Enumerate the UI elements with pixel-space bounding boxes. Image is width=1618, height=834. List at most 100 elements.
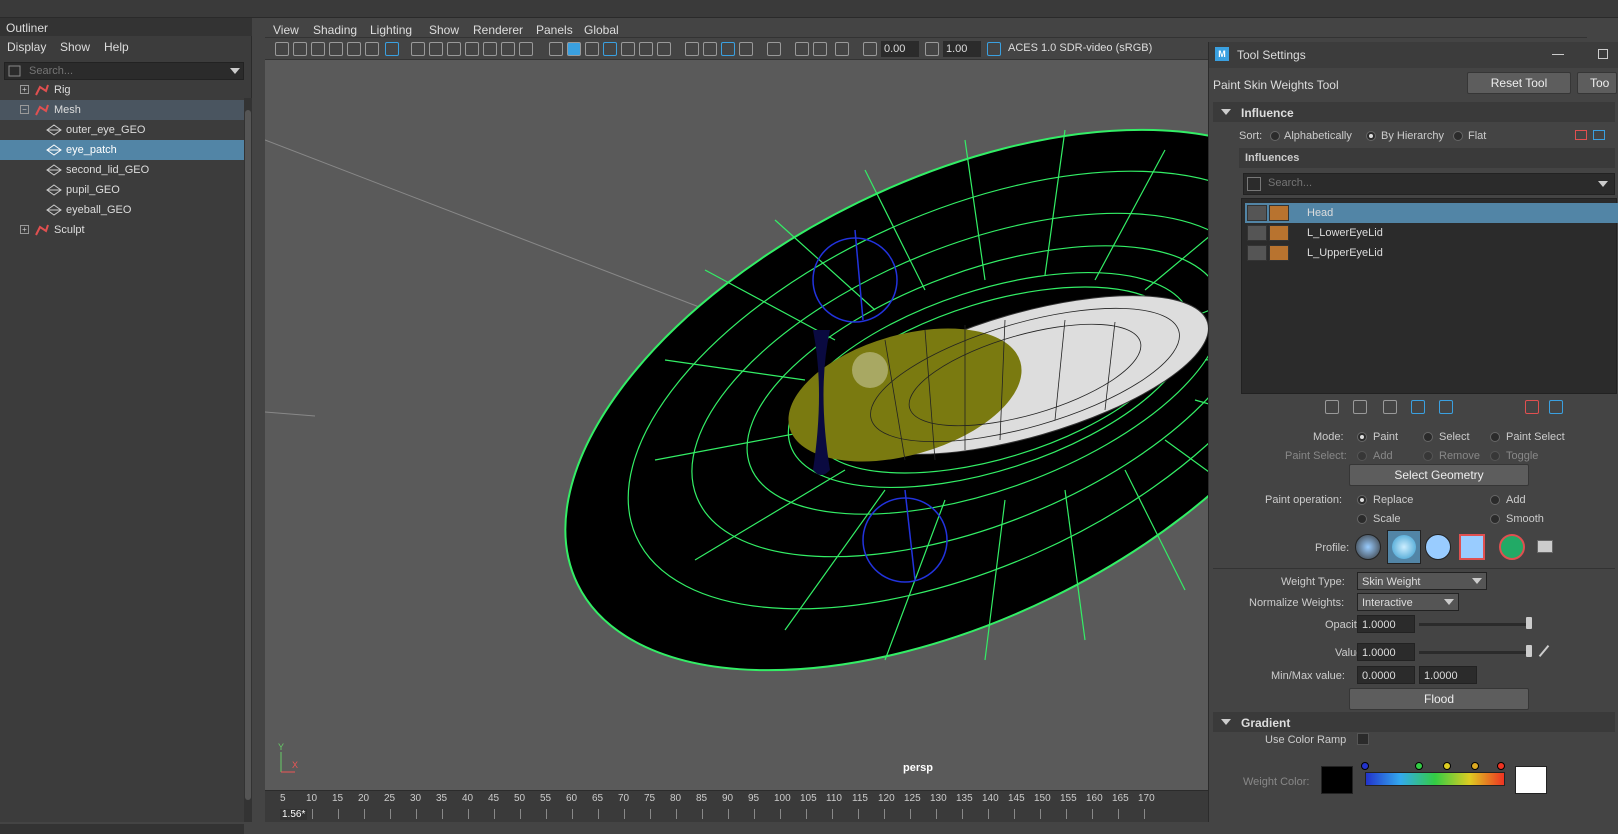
outliner-tab[interactable]: Outliner: [0, 18, 252, 36]
ramp-key-blue[interactable]: [1361, 762, 1369, 770]
opacity-field[interactable]: 1.0000: [1357, 615, 1415, 633]
isolate-select-icon[interactable]: [767, 42, 781, 56]
gamma-icon[interactable]: [925, 42, 939, 56]
outliner-item-rig[interactable]: + Rig: [0, 80, 244, 100]
weight-hammer-icon[interactable]: [1383, 400, 1397, 414]
viewport-menu-global[interactable]: Global: [584, 23, 619, 37]
value-field[interactable]: 1.0000: [1357, 643, 1415, 661]
outliner-item-sculpt[interactable]: + Sculpt: [0, 220, 244, 240]
outliner-menu-help[interactable]: Help: [104, 40, 129, 54]
paint-select-add-radio[interactable]: [1357, 451, 1367, 461]
weight-color-high-swatch[interactable]: [1515, 766, 1547, 794]
minimize-icon[interactable]: [1552, 54, 1564, 55]
value-slider[interactable]: [1419, 651, 1529, 654]
copy-weights-icon[interactable]: [1325, 400, 1339, 414]
profile-soft-icon[interactable]: [1387, 530, 1421, 564]
lights-icon[interactable]: [639, 42, 653, 56]
field-chart-icon[interactable]: [483, 42, 497, 56]
viewport-menu-shading[interactable]: Shading: [313, 23, 357, 37]
lock-icon[interactable]: [1247, 225, 1267, 241]
ramp-key-red[interactable]: [1497, 762, 1505, 770]
show-influences-icon[interactable]: [1439, 400, 1453, 414]
paint-select-remove-radio[interactable]: [1423, 451, 1433, 461]
influence-search-input[interactable]: [1268, 177, 1588, 189]
xray-icon[interactable]: [795, 42, 809, 56]
twod-pan-icon[interactable]: [347, 42, 361, 56]
max-value-field[interactable]: 1.0000: [1419, 666, 1477, 684]
min-value-field[interactable]: 0.0000: [1357, 666, 1415, 684]
gamma-field[interactable]: 1.00: [943, 41, 981, 57]
paint-brush-icon[interactable]: [385, 42, 399, 56]
profile-square-icon[interactable]: [1459, 534, 1485, 560]
opacity-slider-handle[interactable]: [1526, 617, 1532, 629]
outliner-item-eyeball-geo[interactable]: eyeball_GEO: [0, 200, 244, 220]
influence-list-icon[interactable]: [1593, 130, 1605, 140]
safe-title-icon[interactable]: [519, 42, 533, 56]
use-color-ramp-checkbox[interactable]: [1357, 733, 1369, 745]
value-slider-handle[interactable]: [1526, 645, 1532, 657]
bookmark-icon[interactable]: [311, 42, 325, 56]
outliner-horizontal-scrollbar[interactable]: [0, 824, 244, 834]
outliner-item-mesh[interactable]: − Mesh: [0, 100, 244, 120]
outliner-item-pupil-geo[interactable]: pupil_GEO: [0, 180, 244, 200]
ambient-occlusion-icon[interactable]: [685, 42, 699, 56]
expand-icon[interactable]: +: [20, 225, 29, 234]
camera-attributes-icon[interactable]: [293, 42, 307, 56]
outliner-search-input[interactable]: [29, 64, 219, 78]
opacity-slider[interactable]: [1419, 623, 1529, 626]
image-plane-icon[interactable]: [329, 42, 343, 56]
weight-color-ramp[interactable]: [1365, 772, 1505, 786]
tool-help-button[interactable]: Too: [1577, 72, 1617, 94]
profile-image-icon[interactable]: [1499, 534, 1525, 560]
expand-list-icon[interactable]: [1549, 400, 1563, 414]
anti-aliasing-icon[interactable]: [721, 42, 735, 56]
mode-paint-radio[interactable]: [1357, 432, 1367, 442]
viewport-menu-lighting[interactable]: Lighting: [370, 23, 412, 37]
expand-icon[interactable]: +: [20, 85, 29, 94]
weight-type-dropdown[interactable]: Skin Weight: [1357, 572, 1487, 590]
profile-solid-icon[interactable]: [1425, 534, 1451, 560]
outliner-menu-show[interactable]: Show: [60, 40, 90, 54]
influence-row-upper-eyelid[interactable]: L_UpperEyeLid: [1245, 243, 1618, 263]
exposure-icon[interactable]: [863, 42, 877, 56]
textured-icon[interactable]: [621, 42, 635, 56]
resolution-gate-icon[interactable]: [447, 42, 461, 56]
influence-section-header[interactable]: Influence: [1213, 102, 1615, 122]
outliner-item-outer-eye-geo[interactable]: outer_eye_GEO: [0, 120, 244, 140]
wireframe-on-shaded-icon[interactable]: [603, 42, 617, 56]
move-weights-icon[interactable]: [1411, 400, 1425, 414]
collapse-icon[interactable]: −: [20, 105, 29, 114]
wireframe-icon[interactable]: [549, 42, 563, 56]
outliner-item-eye-patch[interactable]: eye_patch: [0, 140, 244, 160]
viewport-menu-panels[interactable]: Panels: [536, 23, 573, 37]
gradient-section-header[interactable]: Gradient: [1213, 712, 1615, 732]
paint-scale-radio[interactable]: [1357, 514, 1367, 524]
ramp-key-orange[interactable]: [1471, 762, 1479, 770]
ramp-key-green[interactable]: [1415, 762, 1423, 770]
normalize-weights-dropdown[interactable]: Interactive: [1357, 593, 1459, 611]
motion-blur-icon[interactable]: [703, 42, 717, 56]
paint-replace-radio[interactable]: [1357, 495, 1367, 505]
weight-color-low-swatch[interactable]: [1321, 766, 1353, 794]
color-space-label[interactable]: ACES 1.0 SDR-video (sRGB): [1008, 42, 1152, 54]
influence-color-swatch[interactable]: [1269, 225, 1289, 241]
folder-icon[interactable]: [1537, 540, 1553, 553]
lock-icon[interactable]: [1247, 205, 1267, 221]
exposure-field[interactable]: 0.00: [881, 41, 919, 57]
color-management-icon[interactable]: [987, 42, 1001, 56]
gate-mask-icon[interactable]: [465, 42, 479, 56]
outliner-vertical-scrollbar[interactable]: [244, 98, 252, 822]
sort-by-hierarchy-radio[interactable]: [1366, 131, 1376, 141]
film-gate-icon[interactable]: [429, 42, 443, 56]
paint-add-radio[interactable]: [1490, 495, 1500, 505]
xray-joints-icon[interactable]: [813, 42, 827, 56]
sort-alphabetically-radio[interactable]: [1270, 131, 1280, 141]
safe-action-icon[interactable]: [501, 42, 515, 56]
influence-row-lower-eyelid[interactable]: L_LowerEyeLid: [1245, 223, 1618, 243]
maximize-icon[interactable]: [1598, 49, 1608, 59]
chevron-down-icon[interactable]: [1598, 181, 1608, 188]
grease-pencil-icon[interactable]: [365, 42, 379, 56]
lock-icon[interactable]: [1247, 245, 1267, 261]
depth-of-field-icon[interactable]: [739, 42, 753, 56]
influence-row-head[interactable]: Head: [1245, 203, 1618, 223]
